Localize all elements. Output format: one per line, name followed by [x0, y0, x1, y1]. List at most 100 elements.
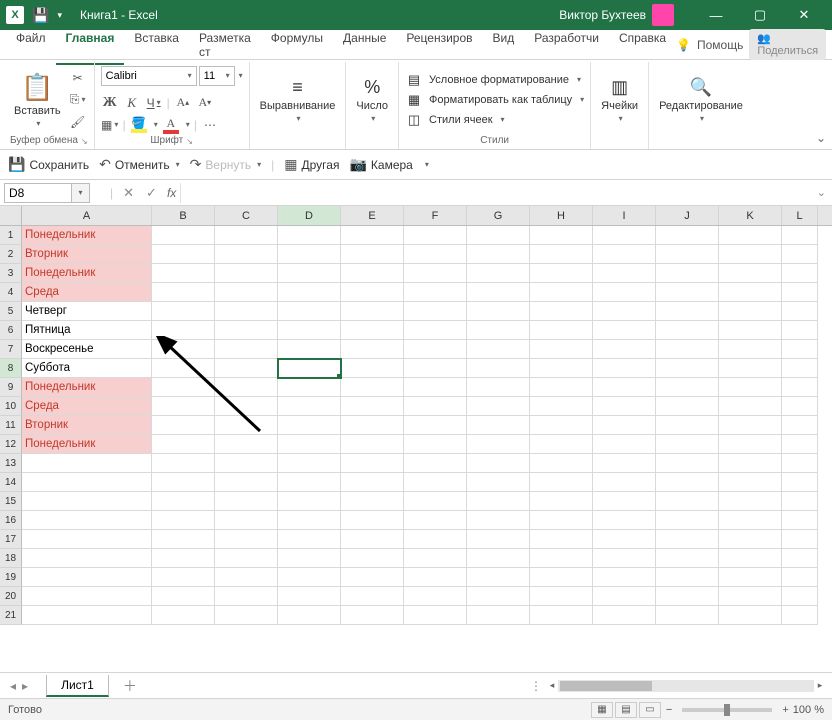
cell[interactable] — [656, 340, 719, 359]
cell[interactable] — [152, 587, 215, 606]
cell[interactable] — [215, 435, 278, 454]
horizontal-scrollbar[interactable]: ◂ ▸ — [546, 679, 826, 693]
name-box[interactable]: ▾ — [4, 182, 102, 204]
expand-formula-icon[interactable]: ⌄ — [817, 186, 826, 199]
share-button[interactable]: 👥Поделиться — [749, 29, 826, 60]
zoom-slider[interactable] — [682, 708, 772, 712]
cell[interactable] — [719, 302, 782, 321]
name-box-dropdown-icon[interactable]: ▾ — [72, 183, 90, 203]
row-header[interactable]: 11 — [0, 416, 22, 435]
cell[interactable] — [656, 549, 719, 568]
cell[interactable] — [782, 245, 818, 264]
cell[interactable] — [152, 226, 215, 245]
cell[interactable] — [215, 340, 278, 359]
cell[interactable] — [467, 606, 530, 625]
cell[interactable] — [152, 568, 215, 587]
row-header[interactable]: 7 — [0, 340, 22, 359]
cell[interactable] — [278, 530, 341, 549]
cell[interactable] — [467, 378, 530, 397]
cell[interactable] — [530, 359, 593, 378]
row-header[interactable]: 18 — [0, 549, 22, 568]
row-header[interactable]: 14 — [0, 473, 22, 492]
cell[interactable] — [593, 378, 656, 397]
cell[interactable] — [719, 416, 782, 435]
menu-tab-формулы[interactable]: Формулы — [261, 25, 333, 65]
grid[interactable]: 1Понедельник2Вторник3Понедельник4Среда5Ч… — [0, 226, 832, 672]
cell[interactable] — [404, 283, 467, 302]
cell[interactable] — [215, 283, 278, 302]
cell[interactable] — [530, 283, 593, 302]
cells-button[interactable]: ▥Ячейки▾ — [597, 74, 642, 125]
cell[interactable] — [530, 416, 593, 435]
cell[interactable] — [593, 416, 656, 435]
cell[interactable]: Понедельник — [22, 378, 152, 397]
cell[interactable] — [215, 378, 278, 397]
other-button[interactable]: ▦Другая — [284, 156, 339, 173]
cell[interactable] — [404, 549, 467, 568]
cell[interactable] — [152, 397, 215, 416]
cell[interactable] — [719, 340, 782, 359]
cell[interactable] — [341, 226, 404, 245]
cell[interactable] — [530, 378, 593, 397]
sheet-tab[interactable]: Лист1 — [46, 675, 109, 697]
cell[interactable] — [404, 226, 467, 245]
cell[interactable] — [22, 473, 152, 492]
cell[interactable] — [215, 264, 278, 283]
cell[interactable] — [215, 511, 278, 530]
fx-icon[interactable]: fx — [163, 186, 180, 200]
bold-button[interactable]: Ж — [101, 94, 119, 112]
cell[interactable] — [656, 245, 719, 264]
column-header[interactable]: L — [782, 206, 818, 225]
enter-formula-icon[interactable]: ✓ — [140, 185, 163, 201]
menu-tab-вставка[interactable]: Вставка — [124, 25, 189, 65]
row-header[interactable]: 8 — [0, 359, 22, 378]
cell[interactable] — [656, 530, 719, 549]
cell[interactable] — [656, 283, 719, 302]
cell[interactable] — [467, 226, 530, 245]
cell[interactable] — [719, 378, 782, 397]
cell[interactable]: Вторник — [22, 245, 152, 264]
cell[interactable] — [656, 568, 719, 587]
cell[interactable] — [656, 473, 719, 492]
cell[interactable] — [22, 568, 152, 587]
cell-styles-button[interactable]: ◫Стили ячеек▾ — [405, 111, 584, 129]
decrease-font-icon[interactable]: A▾ — [196, 94, 214, 112]
cell[interactable] — [719, 568, 782, 587]
cell[interactable] — [215, 359, 278, 378]
format-as-table-button[interactable]: ▦Форматировать как таблицу▾ — [405, 91, 584, 109]
cell[interactable] — [404, 530, 467, 549]
cell[interactable] — [656, 378, 719, 397]
cell[interactable] — [22, 587, 152, 606]
cell[interactable] — [467, 283, 530, 302]
cell[interactable] — [593, 340, 656, 359]
qat-dropdown-icon[interactable]: ▾ — [57, 10, 62, 21]
cell[interactable]: Пятница — [22, 321, 152, 340]
cell[interactable] — [530, 530, 593, 549]
camera-button[interactable]: 📷Камера — [349, 156, 412, 173]
cell[interactable] — [593, 397, 656, 416]
alignment-button[interactable]: ≡Выравнивание▾ — [256, 74, 340, 125]
cell[interactable] — [215, 245, 278, 264]
cell[interactable] — [593, 511, 656, 530]
cell[interactable] — [215, 397, 278, 416]
cell[interactable] — [215, 321, 278, 340]
cell[interactable] — [341, 435, 404, 454]
row-header[interactable]: 20 — [0, 587, 22, 606]
menu-tab-справка[interactable]: Справка — [609, 25, 676, 65]
cell[interactable] — [593, 530, 656, 549]
cell[interactable]: Понедельник — [22, 264, 152, 283]
cell[interactable] — [404, 454, 467, 473]
cell[interactable]: Вторник — [22, 416, 152, 435]
cell[interactable] — [341, 606, 404, 625]
font-size-dropdown-icon[interactable]: ▾ — [239, 71, 243, 80]
row-header[interactable]: 15 — [0, 492, 22, 511]
row-header[interactable]: 19 — [0, 568, 22, 587]
row-header[interactable]: 3 — [0, 264, 22, 283]
cell[interactable] — [278, 549, 341, 568]
cell[interactable] — [719, 226, 782, 245]
row-header[interactable]: 13 — [0, 454, 22, 473]
menu-tab-главная[interactable]: Главная — [56, 25, 125, 65]
cell[interactable] — [152, 321, 215, 340]
cell[interactable] — [278, 340, 341, 359]
cell[interactable] — [719, 473, 782, 492]
